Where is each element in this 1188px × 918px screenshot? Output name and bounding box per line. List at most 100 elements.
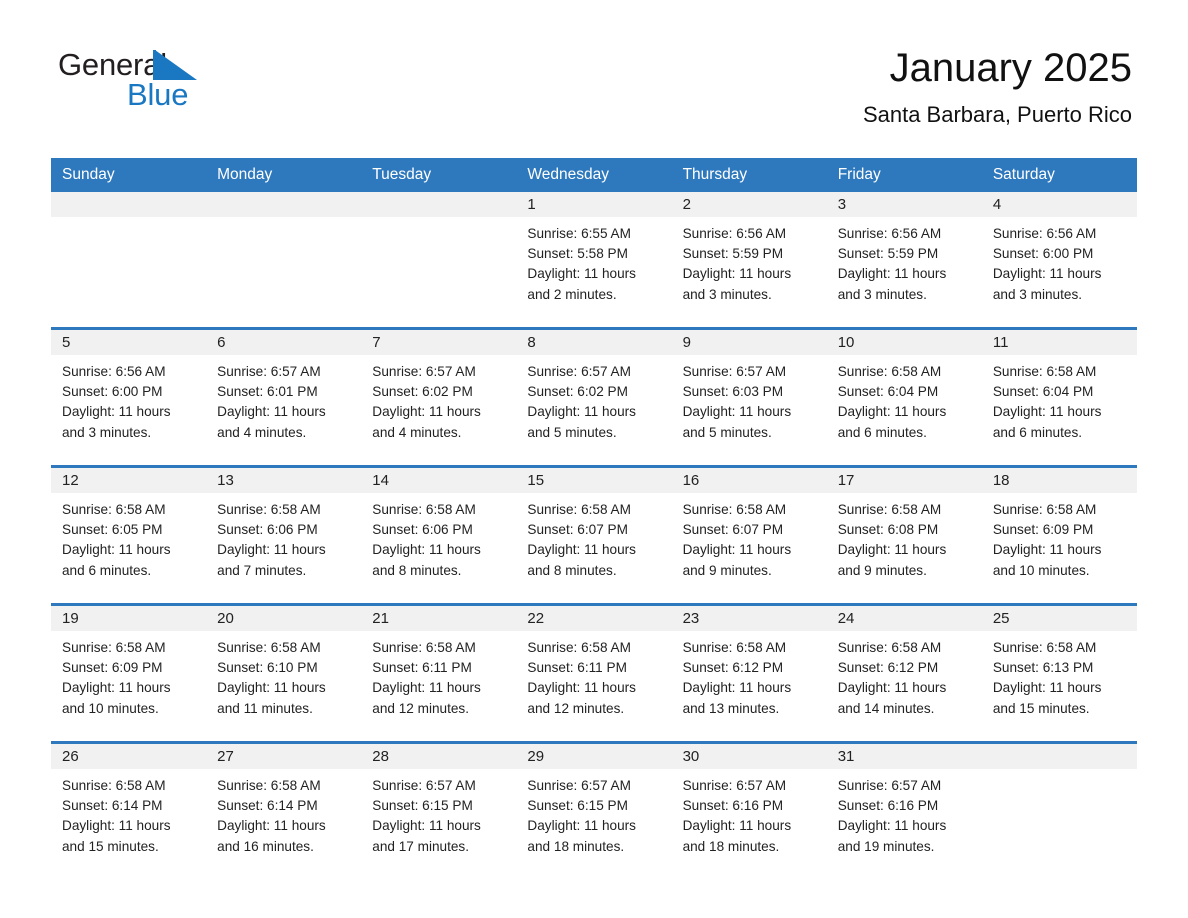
sunrise-text: Sunrise: 6:58 AM <box>217 778 321 793</box>
daylight-text: Daylight: 11 hours <box>62 818 171 834</box>
sunset-text: Sunset: 6:07 PM <box>682 522 784 538</box>
day-number-band: 8 <box>516 330 672 355</box>
sunrise-text: Sunrise: 6:58 AM <box>62 640 166 655</box>
sunrise-text: Sunrise: 6:58 AM <box>682 640 787 655</box>
weekday-sunday: Sunday <box>62 166 115 183</box>
day-number-band: 2 <box>671 192 827 217</box>
sunset-text: Sunset: 6:04 PM <box>837 384 939 400</box>
page-title: January 2025 <box>889 46 1132 90</box>
day-number-band: 21 <box>361 606 517 631</box>
day-cell[interactable]: 10 Sunrise: 6:58 AM Sunset: 6:04 PM Dayligh… <box>826 330 982 458</box>
daylight-text-cont: and 7 minutes. <box>217 562 307 578</box>
daylight-text-cont: and 5 minutes. <box>527 424 617 440</box>
day-details: Sunrise: 6:56 AM Sunset: 5:59 PM Daylight:… <box>827 217 982 305</box>
daylight-text: Daylight: 11 hours <box>682 542 792 558</box>
logo-text-blue: Blue <box>127 77 189 112</box>
day-cell[interactable]: 23 Sunrise: 6:58 AM Sunset: 6:12 PM Dayligh… <box>671 606 827 734</box>
daylight-text: Daylight: 11 hours <box>372 542 481 558</box>
day-number: 26 <box>62 748 79 765</box>
day-number-band <box>51 192 207 217</box>
sunrise-text: Sunrise: 6:58 AM <box>217 640 321 655</box>
day-cell[interactable]: 9 Sunrise: 6:57 AM Sunset: 6:03 PM Daylight… <box>671 330 827 458</box>
sunrise-text: Sunrise: 6:58 AM <box>837 364 942 379</box>
day-cell[interactable]: 14 Sunrise: 6:58 AM Sunset: 6:06 PM Dayligh… <box>361 468 517 596</box>
location-subtitle: Santa Barbara, Puerto Rico <box>862 102 1132 127</box>
daylight-text: Daylight: 11 hours <box>682 266 792 282</box>
sunset-text: Sunset: 6:00 PM <box>62 384 163 400</box>
daylight-text-cont: and 3 minutes. <box>62 424 152 440</box>
weekday-header-row: Sunday Monday Tuesday Wednesday Thursday… <box>51 158 1137 192</box>
day-cell[interactable]: 22 Sunrise: 6:58 AM Sunset: 6:11 PM Dayligh… <box>516 606 672 734</box>
daylight-text: Daylight: 11 hours <box>217 404 326 420</box>
day-cell[interactable]: 26 Sunrise: 6:58 AM Sunset: 6:14 PM Dayligh… <box>51 744 207 872</box>
daylight-text-cont: and 6 minutes. <box>837 424 927 440</box>
sunrise-text: Sunrise: 6:57 AM <box>372 364 476 379</box>
sunset-text: Sunset: 6:06 PM <box>372 522 473 538</box>
day-cell[interactable]: 17 Sunrise: 6:58 AM Sunset: 6:08 PM Dayligh… <box>826 468 982 596</box>
daylight-text-cont: and 18 minutes. <box>682 838 780 854</box>
day-cell[interactable]: 1 Sunrise: 6:55 AM Sunset: 5:58 PM Daylight… <box>516 192 672 320</box>
day-number-band: 24 <box>826 606 982 631</box>
day-cell[interactable]: 13 Sunrise: 6:58 AM Sunset: 6:06 PM Dayligh… <box>206 468 362 596</box>
weekday-wednesday: Wednesday <box>527 166 609 183</box>
day-cell[interactable]: 7 Sunrise: 6:57 AM Sunset: 6:02 PM Daylight… <box>361 330 517 458</box>
daylight-text-cont: and 16 minutes. <box>217 838 314 854</box>
day-cell[interactable]: 30 Sunrise: 6:57 AM Sunset: 6:16 PM Dayligh… <box>671 744 827 872</box>
day-cell[interactable]: 24 Sunrise: 6:58 AM Sunset: 6:12 PM Dayligh… <box>826 606 982 734</box>
day-details: Sunrise: 6:58 AM Sunset: 6:14 PM Daylight:… <box>206 769 361 857</box>
sunset-text: Sunset: 5:58 PM <box>527 246 628 262</box>
day-number-band: 7 <box>361 330 517 355</box>
calendar-page: General Blue January 2025 Santa Barbara,… <box>0 0 1188 918</box>
day-cell[interactable]: 31 Sunrise: 6:57 AM Sunset: 6:16 PM Dayligh… <box>826 744 982 872</box>
day-cell[interactable]: 5 Sunrise: 6:56 AM Sunset: 6:00 PM Daylight… <box>51 330 207 458</box>
day-cell[interactable]: 3 Sunrise: 6:56 AM Sunset: 5:59 PM Daylight… <box>826 192 982 320</box>
day-cell[interactable]: 15 Sunrise: 6:58 AM Sunset: 6:07 PM Dayligh… <box>516 468 672 596</box>
day-cell[interactable]: 25 Sunrise: 6:58 AM Sunset: 6:13 PM Dayligh… <box>981 606 1137 734</box>
day-number: 5 <box>62 334 71 351</box>
daylight-text-cont: and 17 minutes. <box>372 838 470 854</box>
day-number-band: 31 <box>826 744 982 769</box>
day-number-band: 30 <box>671 744 827 769</box>
day-cell[interactable]: 2 Sunrise: 6:56 AM Sunset: 5:59 PM Daylight… <box>671 192 827 320</box>
daylight-text: Daylight: 11 hours <box>372 680 481 696</box>
daylight-text: Daylight: 11 hours <box>527 542 636 558</box>
day-details: Sunrise: 6:58 AM Sunset: 6:10 PM Daylight:… <box>206 631 361 719</box>
day-number: 7 <box>372 334 381 351</box>
week-row: 5 Sunrise: 6:56 AM Sunset: 6:00 PM Daylight… <box>51 327 1137 458</box>
sunrise-text: Sunrise: 6:58 AM <box>992 640 1097 655</box>
daylight-text: Daylight: 11 hours <box>992 680 1102 696</box>
daylight-text-cont: and 6 minutes. <box>62 562 152 578</box>
day-cell[interactable]: 8 Sunrise: 6:57 AM Sunset: 6:02 PM Daylight… <box>516 330 672 458</box>
weekday-saturday: Saturday <box>992 166 1055 183</box>
day-cell[interactable]: 16 Sunrise: 6:58 AM Sunset: 6:07 PM Dayligh… <box>671 468 827 596</box>
weekday-thursday: Thursday <box>682 166 748 183</box>
sunset-text: Sunset: 6:13 PM <box>992 660 1094 676</box>
day-cell[interactable]: 6 Sunrise: 6:57 AM Sunset: 6:01 PM Daylight… <box>206 330 362 458</box>
day-cell[interactable]: 28 Sunrise: 6:57 AM Sunset: 6:15 PM Dayligh… <box>361 744 517 872</box>
day-number-band <box>981 744 1137 769</box>
day-cell[interactable]: 27 Sunrise: 6:58 AM Sunset: 6:14 PM Dayligh… <box>206 744 362 872</box>
day-number-band: 3 <box>826 192 982 217</box>
day-cell[interactable]: 4 Sunrise: 6:56 AM Sunset: 6:00 PM Daylight… <box>981 192 1137 320</box>
sunset-text: Sunset: 6:00 PM <box>992 246 1094 262</box>
day-number: 16 <box>682 472 700 489</box>
daylight-text-cont: and 8 minutes. <box>372 562 462 578</box>
day-number: 14 <box>372 472 389 489</box>
title-block: January 2025 Santa Barbara, Puerto Rico <box>863 44 1132 130</box>
sunset-text: Sunset: 6:16 PM <box>837 798 939 814</box>
day-cell[interactable]: 29 Sunrise: 6:57 AM Sunset: 6:15 PM Dayligh… <box>516 744 672 872</box>
day-details: Sunrise: 6:58 AM Sunset: 6:05 PM Daylight:… <box>51 493 206 581</box>
day-cell[interactable]: 20 Sunrise: 6:58 AM Sunset: 6:10 PM Dayligh… <box>206 606 362 734</box>
day-number: 28 <box>372 748 389 765</box>
day-cell[interactable]: 21 Sunrise: 6:58 AM Sunset: 6:11 PM Dayligh… <box>361 606 517 734</box>
week-row-spacer <box>51 734 1137 741</box>
sunrise-text: Sunrise: 6:57 AM <box>372 778 476 793</box>
day-cell[interactable]: 11 Sunrise: 6:58 AM Sunset: 6:04 PM Dayligh… <box>981 330 1137 458</box>
day-number-band: 29 <box>516 744 672 769</box>
day-cell[interactable]: 19 Sunrise: 6:58 AM Sunset: 6:09 PM Dayligh… <box>51 606 207 734</box>
daylight-text-cont: and 12 minutes. <box>372 700 470 716</box>
day-cell[interactable]: 12 Sunrise: 6:58 AM Sunset: 6:05 PM Dayligh… <box>51 468 207 596</box>
day-number: 1 <box>527 196 536 213</box>
daylight-text: Daylight: 11 hours <box>837 266 947 282</box>
day-cell[interactable]: 18 Sunrise: 6:58 AM Sunset: 6:09 PM Dayligh… <box>981 468 1137 596</box>
